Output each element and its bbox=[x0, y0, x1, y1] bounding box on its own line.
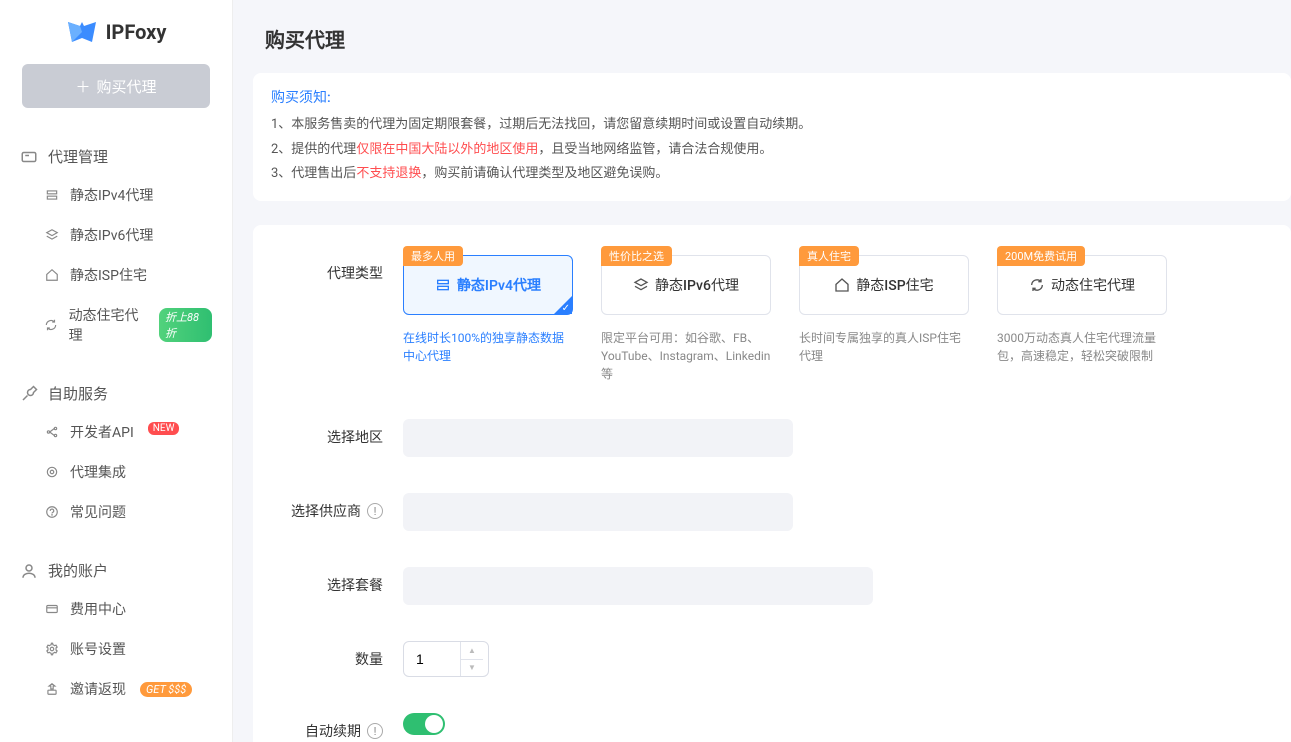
nav-header-proxy[interactable]: 代理管理 bbox=[0, 138, 232, 175]
nav-header-self[interactable]: 自助服务 bbox=[0, 375, 232, 412]
sidebar-item-referral[interactable]: 邀请返现 GET $$$ bbox=[0, 669, 232, 709]
notice-line-3: 3、代理售出后不支持退换，购买前请确认代理类型及地区避免误购。 bbox=[271, 162, 1273, 187]
notice-card: 购买须知: 1、本服务售卖的代理为固定期限套餐，过期后无法找回，请您留意续期时间… bbox=[253, 73, 1291, 201]
server-icon bbox=[44, 187, 60, 203]
type-desc: 限定平台可用：如谷歌、FB、YouTube、Instagram、Linkedin… bbox=[601, 329, 771, 383]
quantity-down[interactable]: ▼ bbox=[461, 660, 483, 677]
region-select[interactable] bbox=[403, 419, 793, 457]
sync-icon bbox=[1029, 277, 1045, 293]
type-card-dynamic[interactable]: 200M免费试用 动态住宅代理 bbox=[997, 255, 1167, 315]
sidebar-item-ipv6[interactable]: 静态IPv6代理 bbox=[0, 215, 232, 255]
row-proxy-type: 代理类型 最多人用 静态IPv4代理 在线时长100%的独享静态数据中心代理 bbox=[283, 255, 1261, 383]
logo[interactable]: IPFoxy bbox=[0, 10, 232, 64]
sidebar-item-integration[interactable]: 代理集成 bbox=[0, 452, 232, 492]
type-card-ipv4[interactable]: 最多人用 静态IPv4代理 bbox=[403, 255, 573, 315]
get-money-badge: GET $$$ bbox=[140, 682, 192, 697]
nav-section-account: 我的账户 费用中心 账号设置 邀请返现 GET $$$ bbox=[0, 552, 232, 729]
home-icon bbox=[44, 267, 60, 283]
label-supplier: 选择供应商! bbox=[283, 493, 403, 521]
type-tag: 200M免费试用 bbox=[997, 246, 1085, 266]
type-card-ipv6[interactable]: 性价比之选 静态IPv6代理 bbox=[601, 255, 771, 315]
sync-icon bbox=[44, 317, 59, 333]
type-tag: 最多人用 bbox=[403, 246, 463, 266]
sidebar-item-faq[interactable]: 常见问题 bbox=[0, 492, 232, 532]
new-badge: NEW bbox=[148, 422, 180, 435]
label-proxy-type: 代理类型 bbox=[283, 255, 403, 283]
quantity-up[interactable]: ▲ bbox=[461, 642, 483, 660]
home-icon bbox=[834, 277, 850, 293]
label-quantity: 数量 bbox=[283, 641, 403, 669]
api-icon bbox=[44, 424, 60, 440]
card-small-icon bbox=[44, 601, 60, 617]
type-desc: 长时间专属独享的真人ISP住宅代理 bbox=[799, 329, 969, 365]
label-autorenew: 自动续期! bbox=[283, 713, 403, 741]
notice-line-2: 2、提供的代理仅限在中国大陆以外的地区使用，且受当地网络监管，请合法合规使用。 bbox=[271, 138, 1273, 163]
type-tag: 性价比之选 bbox=[601, 246, 672, 266]
sidebar-item-dynamic[interactable]: 动态住宅代理 折上88折 bbox=[0, 295, 232, 355]
row-quantity: 数量 ▲ ▼ bbox=[283, 641, 1261, 677]
row-autorenew: 自动续期! bbox=[283, 713, 1261, 741]
row-package: 选择套餐 bbox=[283, 567, 1261, 605]
buy-proxy-button[interactable]: ＋ 购买代理 bbox=[22, 64, 210, 108]
sidebar-item-settings[interactable]: 账号设置 bbox=[0, 629, 232, 669]
type-desc: 在线时长100%的独享静态数据中心代理 bbox=[403, 329, 573, 365]
nav-header-account[interactable]: 我的账户 bbox=[0, 552, 232, 589]
sidebar-item-ipv4[interactable]: 静态IPv4代理 bbox=[0, 175, 232, 215]
layers-icon bbox=[633, 277, 649, 293]
discount-badge: 折上88折 bbox=[159, 308, 212, 342]
check-icon bbox=[554, 296, 572, 314]
brand-name: IPFoxy bbox=[106, 20, 167, 44]
sidebar-item-api[interactable]: 开发者API NEW bbox=[0, 412, 232, 452]
help-icon bbox=[44, 504, 60, 520]
layers-icon bbox=[44, 227, 60, 243]
autorenew-toggle[interactable] bbox=[403, 713, 445, 735]
server-icon bbox=[435, 277, 451, 293]
sidebar-item-isp[interactable]: 静态ISP住宅 bbox=[0, 255, 232, 295]
type-card-isp[interactable]: 真人住宅 静态ISP住宅 bbox=[799, 255, 969, 315]
nav-section-proxy: 代理管理 静态IPv4代理 静态IPv6代理 静态ISP住宅 动态住宅代理 折上… bbox=[0, 138, 232, 375]
package-select[interactable] bbox=[403, 567, 873, 605]
quantity-stepper[interactable]: ▲ ▼ bbox=[403, 641, 489, 677]
type-desc: 3000万动态真人住宅代理流量包，高速稳定，轻松突破限制 bbox=[997, 329, 1167, 365]
form-card: 代理类型 最多人用 静态IPv4代理 在线时长100%的独享静态数据中心代理 bbox=[253, 225, 1291, 742]
nav-section-self: 自助服务 开发者API NEW 代理集成 常见问题 bbox=[0, 375, 232, 552]
supplier-select[interactable] bbox=[403, 493, 793, 531]
row-region: 选择地区 bbox=[283, 419, 1261, 457]
money-icon bbox=[44, 681, 60, 697]
info-icon[interactable]: ! bbox=[367, 503, 383, 519]
notice-heading: 购买须知: bbox=[271, 87, 1273, 107]
info-icon[interactable]: ! bbox=[367, 723, 383, 739]
label-region: 选择地区 bbox=[283, 419, 403, 447]
page-title: 购买代理 bbox=[233, 0, 1291, 73]
wrench-icon bbox=[20, 385, 38, 403]
plus-icon: ＋ bbox=[75, 76, 90, 97]
main-content: 购买代理 购买须知: 1、本服务售卖的代理为固定期限套餐，过期后无法找回，请您留… bbox=[233, 0, 1291, 742]
type-tag: 真人住宅 bbox=[799, 246, 859, 266]
sidebar-item-billing[interactable]: 费用中心 bbox=[0, 589, 232, 629]
user-icon bbox=[20, 562, 38, 580]
logo-icon bbox=[66, 20, 98, 44]
sidebar: IPFoxy ＋ 购买代理 代理管理 静态IPv4代理 静态IPv6代理 静态I… bbox=[0, 0, 233, 742]
notice-line-1: 1、本服务售卖的代理为固定期限套餐，过期后无法找回，请您留意续期时间或设置自动续… bbox=[271, 113, 1273, 138]
label-package: 选择套餐 bbox=[283, 567, 403, 595]
gear-icon bbox=[44, 641, 60, 657]
puzzle-icon bbox=[44, 464, 60, 480]
quantity-input[interactable] bbox=[404, 651, 460, 667]
card-icon bbox=[20, 148, 38, 166]
row-supplier: 选择供应商! bbox=[283, 493, 1261, 531]
buy-proxy-label: 购买代理 bbox=[97, 76, 157, 97]
